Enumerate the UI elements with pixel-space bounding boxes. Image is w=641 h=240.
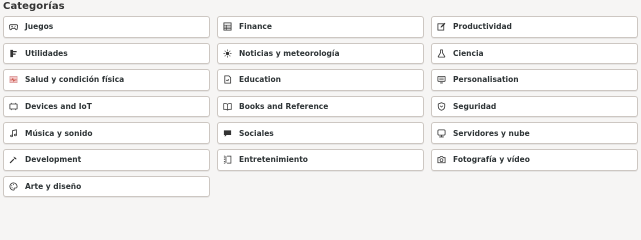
flask-icon (437, 49, 446, 58)
education-icon (223, 75, 232, 84)
personalisation-icon (437, 75, 446, 84)
category-label: Sociales (239, 128, 274, 138)
server-icon (437, 129, 446, 138)
category-label: Arte y diseño (25, 181, 82, 191)
chat-icon (223, 129, 232, 138)
category-label: Entretenimiento (239, 155, 308, 165)
category-label: Education (239, 75, 281, 85)
category-label: Utilidades (25, 48, 68, 58)
category-books[interactable]: Books and Reference (217, 95, 424, 118)
category-fotografia[interactable]: Fotografía y vídeo (431, 148, 638, 171)
category-label: Devices and IoT (25, 102, 92, 112)
category-juegos[interactable]: Juegos (3, 16, 210, 38)
book-icon (223, 102, 232, 111)
category-entretenimiento[interactable]: Entretenimiento (217, 148, 424, 171)
category-salud[interactable]: Salud y condición física (3, 69, 210, 91)
category-personalisation[interactable]: Personalisation (431, 69, 638, 91)
category-grid: Juegos Finance Productividad Utilidades (3, 16, 638, 198)
category-label: Seguridad (453, 102, 497, 112)
category-devices[interactable]: Devices and IoT (3, 95, 210, 118)
category-label: Noticias y meteorología (239, 48, 340, 58)
shield-icon (437, 102, 446, 111)
utilities-icon (9, 49, 18, 58)
category-label: Ciencia (453, 48, 484, 58)
edit-icon (437, 22, 446, 31)
category-sociales[interactable]: Sociales (217, 122, 424, 144)
category-label: Música y sonido (25, 128, 93, 138)
category-productividad[interactable]: Productividad (431, 16, 638, 38)
entertainment-icon (223, 155, 232, 164)
category-label: Development (25, 155, 82, 165)
camera-icon (437, 155, 446, 164)
category-musica[interactable]: Música y sonido (3, 122, 210, 144)
category-utilidades[interactable]: Utilidades (3, 42, 210, 65)
section-title: Categorías (3, 1, 65, 12)
device-icon (9, 102, 18, 111)
category-noticias[interactable]: Noticias y meteorología (217, 42, 424, 65)
category-label: Personalisation (453, 75, 519, 85)
category-label: Salud y condición física (25, 75, 125, 85)
category-education[interactable]: Education (217, 69, 424, 91)
development-icon (9, 155, 18, 164)
gamepad-icon (9, 22, 18, 31)
spreadsheet-icon (223, 22, 232, 31)
category-label: Juegos (25, 22, 54, 32)
category-label: Books and Reference (239, 102, 329, 112)
palette-icon (9, 182, 18, 191)
heart-rate-icon (9, 75, 18, 84)
category-seguridad[interactable]: Seguridad (431, 95, 638, 118)
category-finance[interactable]: Finance (217, 16, 424, 38)
categories-page: Categorías Juegos Finance Productividad … (0, 0, 641, 200)
weather-icon (223, 49, 232, 58)
category-label: Productividad (453, 22, 512, 32)
category-development[interactable]: Development (3, 148, 210, 171)
category-label: Servidores y nube (453, 128, 530, 138)
category-arte[interactable]: Arte y diseño (3, 175, 210, 198)
music-note-icon (9, 128, 18, 138)
category-label: Finance (239, 22, 272, 32)
category-label: Fotografía y vídeo (453, 155, 530, 165)
category-servidores[interactable]: Servidores y nube (431, 122, 638, 144)
category-ciencia[interactable]: Ciencia (431, 42, 638, 65)
